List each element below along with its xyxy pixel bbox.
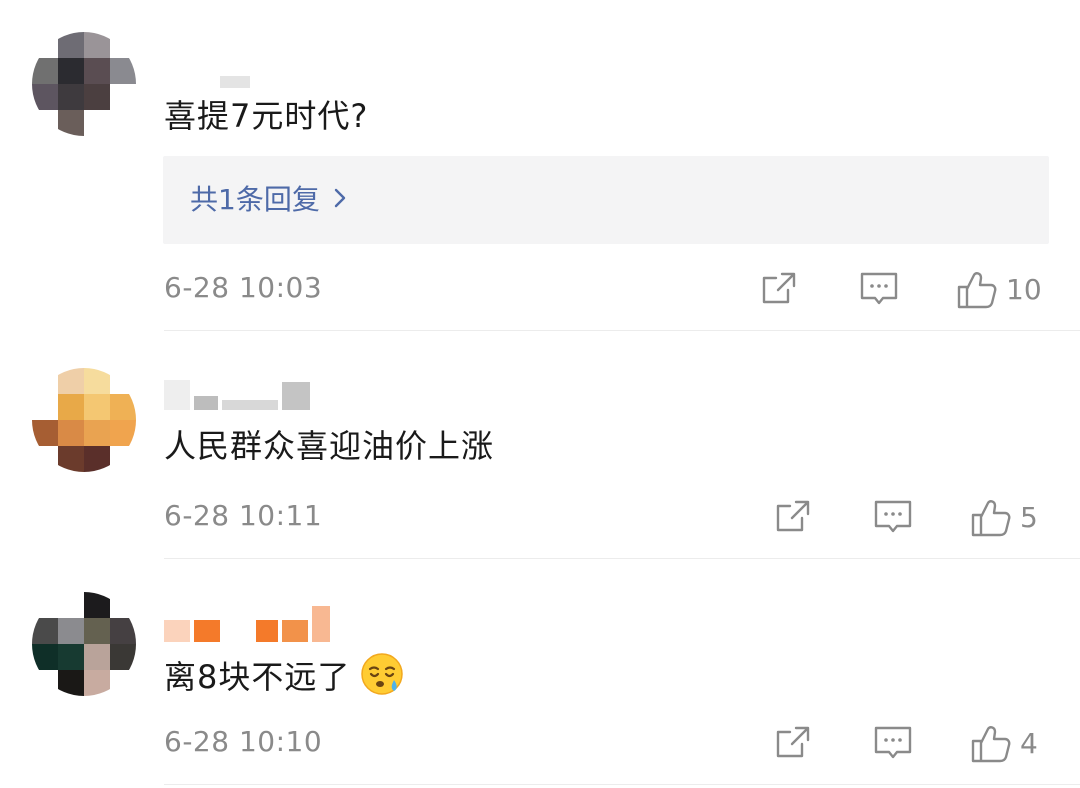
avatar-tile bbox=[32, 394, 58, 420]
comment-icon bbox=[873, 724, 913, 762]
avatar-tile bbox=[84, 618, 110, 644]
comment-text: 离8块不远了 bbox=[164, 652, 404, 697]
divider bbox=[164, 784, 1080, 785]
like-button[interactable]: 10 bbox=[956, 270, 1042, 310]
avatar-tile bbox=[32, 110, 58, 136]
comment-timestamp: 6-28 10:10 bbox=[164, 725, 323, 758]
avatar-tile bbox=[58, 670, 84, 696]
avatar-tile bbox=[58, 618, 84, 644]
share-icon bbox=[760, 270, 798, 308]
comment-button[interactable] bbox=[859, 270, 899, 308]
avatar-tile bbox=[32, 32, 58, 58]
sleepy-face-icon bbox=[360, 652, 404, 696]
avatar-tile bbox=[84, 32, 110, 58]
comment-timestamp: 6-28 10:11 bbox=[164, 499, 323, 532]
avatar-tile bbox=[58, 446, 84, 472]
avatar-tile bbox=[110, 58, 136, 84]
share-button[interactable] bbox=[774, 724, 812, 762]
reply-count-link[interactable]: 共1条回复 bbox=[190, 178, 348, 222]
avatar-tile bbox=[110, 670, 136, 696]
share-button[interactable] bbox=[760, 270, 798, 308]
avatar-tile bbox=[58, 110, 84, 136]
share-button[interactable] bbox=[774, 498, 812, 536]
comment-text: 喜提7元时代? bbox=[164, 97, 369, 135]
divider bbox=[164, 330, 1080, 331]
avatar-tile bbox=[84, 420, 110, 446]
comment-icon bbox=[859, 270, 899, 308]
comment-text: 人民群众喜迎油价上涨 bbox=[164, 427, 495, 465]
like-count: 5 bbox=[1020, 501, 1038, 534]
avatar[interactable] bbox=[32, 592, 136, 696]
divider bbox=[164, 558, 1080, 559]
avatar-tile bbox=[58, 394, 84, 420]
avatar-tile bbox=[110, 110, 136, 136]
avatar-tile bbox=[84, 446, 110, 472]
reply-summary[interactable]: 共1条回复 bbox=[163, 156, 1049, 244]
avatar-tile bbox=[84, 58, 110, 84]
avatar-tile bbox=[84, 394, 110, 420]
avatar-tile bbox=[58, 32, 84, 58]
avatar-tile bbox=[32, 84, 58, 110]
avatar[interactable] bbox=[32, 368, 136, 472]
avatar-tile bbox=[110, 446, 136, 472]
avatar-tile bbox=[110, 592, 136, 618]
avatar-tile bbox=[58, 84, 84, 110]
reply-count-label: 共1条回复 bbox=[190, 183, 320, 216]
avatar-tile bbox=[110, 84, 136, 110]
avatar-tile bbox=[84, 110, 110, 136]
like-count: 4 bbox=[1020, 727, 1038, 760]
avatar-tile bbox=[110, 618, 136, 644]
avatar-tile bbox=[58, 592, 84, 618]
username-blurred[interactable] bbox=[164, 602, 364, 642]
avatar-tile bbox=[32, 644, 58, 670]
avatar-tile bbox=[32, 670, 58, 696]
username-blurred[interactable] bbox=[220, 62, 400, 88]
avatar-tile bbox=[84, 592, 110, 618]
like-button[interactable]: 4 bbox=[970, 724, 1038, 764]
comment-text-label: 离8块不远了 bbox=[164, 658, 351, 696]
avatar-tile bbox=[58, 58, 84, 84]
avatar-tile bbox=[84, 644, 110, 670]
share-icon bbox=[774, 498, 812, 536]
avatar-tile bbox=[110, 420, 136, 446]
avatar-tile bbox=[32, 58, 58, 84]
avatar-tile bbox=[58, 644, 84, 670]
avatar-tile bbox=[84, 670, 110, 696]
avatar-tile bbox=[110, 368, 136, 394]
thumbs-up-icon bbox=[970, 724, 1012, 764]
avatar[interactable] bbox=[32, 32, 136, 136]
avatar-tile bbox=[32, 592, 58, 618]
comment-button[interactable] bbox=[873, 724, 913, 762]
avatar-tile bbox=[32, 618, 58, 644]
thumbs-up-icon bbox=[956, 270, 998, 310]
avatar-tile bbox=[58, 368, 84, 394]
avatar-tile bbox=[110, 644, 136, 670]
avatar-tile bbox=[58, 420, 84, 446]
like-button[interactable]: 5 bbox=[970, 498, 1038, 538]
comment-icon bbox=[873, 498, 913, 536]
thumbs-up-icon bbox=[970, 498, 1012, 538]
comment-button[interactable] bbox=[873, 498, 913, 536]
chevron-right-icon bbox=[332, 178, 348, 222]
share-icon bbox=[774, 724, 812, 762]
username-blurred[interactable] bbox=[164, 372, 344, 410]
avatar-tile bbox=[32, 368, 58, 394]
avatar-tile bbox=[110, 32, 136, 58]
avatar-tile bbox=[32, 420, 58, 446]
avatar-tile bbox=[84, 84, 110, 110]
like-count: 10 bbox=[1006, 273, 1042, 306]
avatar-tile bbox=[32, 446, 58, 472]
avatar-tile bbox=[84, 368, 110, 394]
avatar-tile bbox=[110, 394, 136, 420]
comment-timestamp: 6-28 10:03 bbox=[164, 271, 323, 304]
